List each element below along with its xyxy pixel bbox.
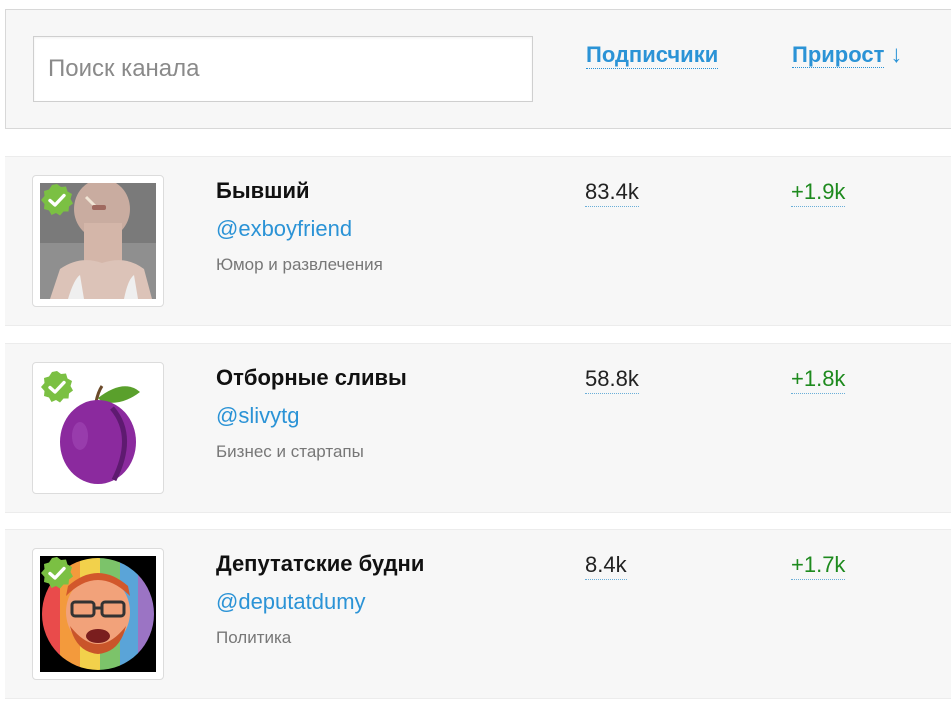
channel-name: Бывший: [216, 178, 310, 203]
channel-category: Бизнес и стартапы: [216, 442, 364, 461]
verified-icon: [41, 184, 73, 216]
channel-category: Юмор и развлечения: [216, 255, 383, 274]
search-input[interactable]: [33, 36, 533, 102]
subscribers-count: 58.8k: [585, 365, 639, 394]
channel-handle-link[interactable]: @slivytg: [216, 402, 299, 430]
channel-row[interactable]: Депутатские будни @deputatdumy Политика …: [5, 529, 951, 699]
growth-count: +1.8k: [791, 365, 846, 394]
channel-avatar[interactable]: [32, 548, 164, 680]
subscribers-count: 8.4k: [585, 551, 627, 580]
channel-avatar[interactable]: [32, 175, 164, 307]
channel-row[interactable]: Отборные сливы @slivytg Бизнес и стартап…: [5, 343, 951, 513]
channel-row[interactable]: Бывший @exboyfriend Юмор и развлечения 8…: [5, 156, 951, 326]
channel-handle-link[interactable]: @deputatdumy: [216, 588, 366, 616]
channel-avatar[interactable]: [32, 362, 164, 494]
growth-count: +1.9k: [791, 178, 846, 207]
channel-name: Отборные сливы: [216, 365, 407, 390]
channel-name: Депутатские будни: [216, 551, 425, 576]
channel-handle-link[interactable]: @exboyfriend: [216, 215, 352, 243]
sort-subscribers-link[interactable]: Подписчики: [586, 42, 719, 69]
verified-icon: [41, 557, 73, 589]
channel-list-header: Подписчики Прирост↓: [5, 9, 951, 129]
channel-category: Политика: [216, 628, 292, 647]
subscribers-count: 83.4k: [585, 178, 639, 207]
sort-growth-label: Прирост: [792, 42, 885, 68]
sort-growth-link[interactable]: Прирост ↓: [792, 42, 902, 68]
verified-icon: [41, 371, 73, 403]
sort-down-arrow-icon: ↓: [890, 41, 903, 68]
growth-count: +1.7k: [791, 551, 846, 580]
